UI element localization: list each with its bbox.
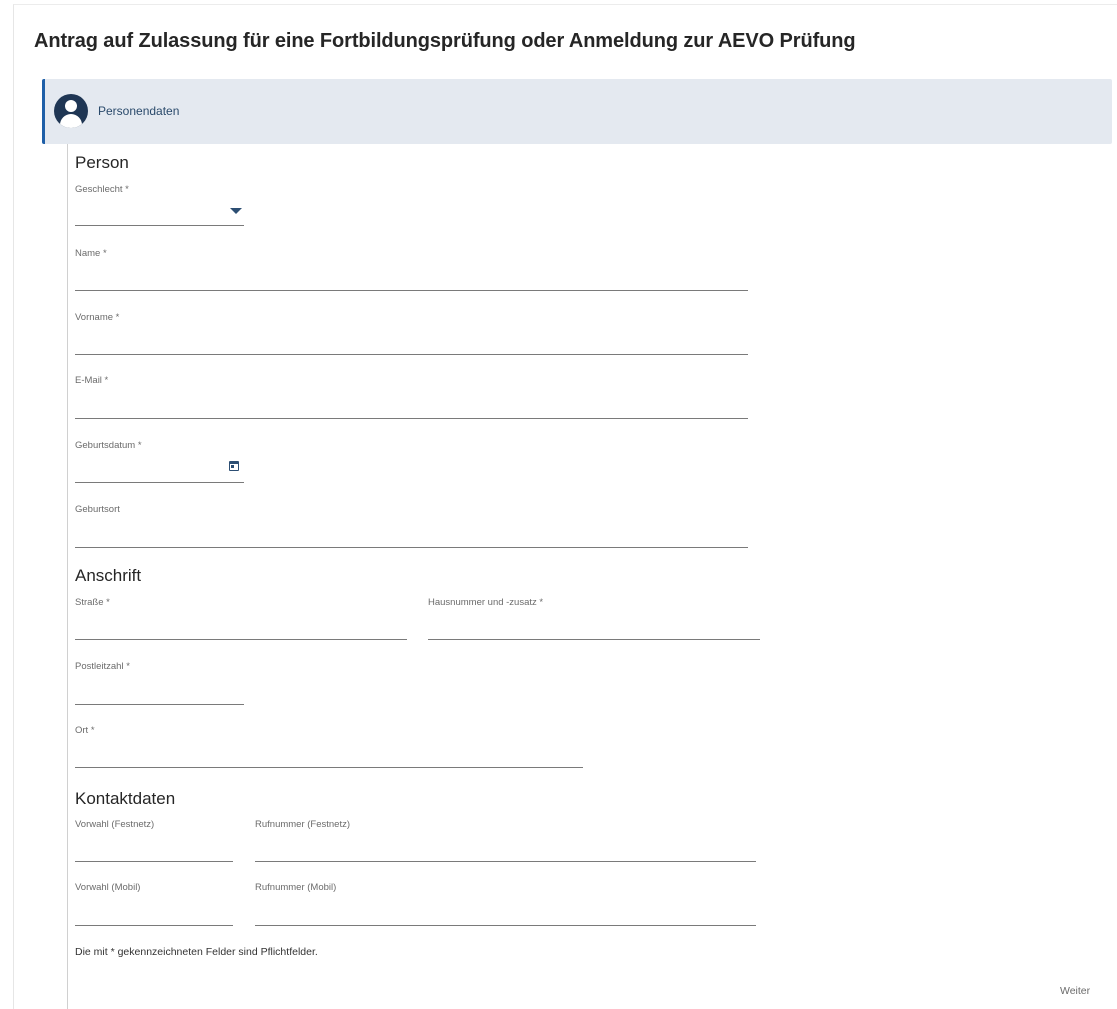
landline-number-label: Rufnummer (Festnetz) <box>255 819 351 830</box>
city-label: Ort * <box>75 725 95 736</box>
gender-label: Geschlecht * <box>75 184 129 195</box>
person-icon <box>54 94 88 128</box>
section-title-person: Person <box>75 153 129 172</box>
zip-label: Postleitzahl * <box>75 661 130 672</box>
landline-area-label: Vorwahl (Festnetz) <box>75 819 155 830</box>
birthdate-field[interactable]: Geburtsdatum * <box>75 440 244 483</box>
firstname-field[interactable]: Vorname * <box>75 312 748 355</box>
gender-select[interactable]: Geschlecht * <box>75 184 244 226</box>
page-title: Antrag auf Zulassung für eine Fortbildun… <box>34 30 856 52</box>
firstname-label: Vorname * <box>75 312 120 323</box>
city-field[interactable]: Ort * <box>75 725 583 768</box>
mobile-number-field[interactable]: Rufnummer (Mobil) <box>255 882 756 926</box>
name-label: Name * <box>75 248 107 259</box>
birthplace-label: Geburtsort <box>75 504 120 515</box>
birthdate-label: Geburtsdatum * <box>75 440 142 451</box>
section-title-anschrift: Anschrift <box>75 566 142 585</box>
street-field[interactable]: Straße * <box>75 597 407 640</box>
landline-area-field[interactable]: Vorwahl (Festnetz) <box>75 819 233 862</box>
landline-number-field[interactable]: Rufnummer (Festnetz) <box>255 819 756 862</box>
step-label: Personendaten <box>98 104 180 118</box>
birthplace-field[interactable]: Geburtsort <box>75 504 748 548</box>
section-title-kontaktdaten: Kontaktdaten <box>75 789 176 808</box>
housenumber-field[interactable]: Hausnummer und -zusatz * <box>428 597 760 640</box>
stepper-line <box>67 144 68 1009</box>
email-field[interactable]: E-Mail * <box>75 375 748 419</box>
mobile-number-label: Rufnummer (Mobil) <box>255 882 337 893</box>
zip-field[interactable]: Postleitzahl * <box>75 661 244 705</box>
mobile-area-label: Vorwahl (Mobil) <box>75 882 141 893</box>
street-label: Straße * <box>75 597 110 608</box>
chevron-down-icon[interactable] <box>230 208 242 214</box>
step-header-personendaten[interactable]: Personendaten <box>42 79 1112 144</box>
calendar-icon[interactable] <box>229 461 239 471</box>
housenumber-label: Hausnummer und -zusatz * <box>428 597 544 608</box>
next-button[interactable]: Weiter <box>1060 985 1090 997</box>
name-field[interactable]: Name * <box>75 248 748 291</box>
mobile-area-field[interactable]: Vorwahl (Mobil) <box>75 882 233 926</box>
email-label: E-Mail * <box>75 375 109 386</box>
required-fields-note: Die mit * gekennzeichneten Felder sind P… <box>75 946 318 958</box>
